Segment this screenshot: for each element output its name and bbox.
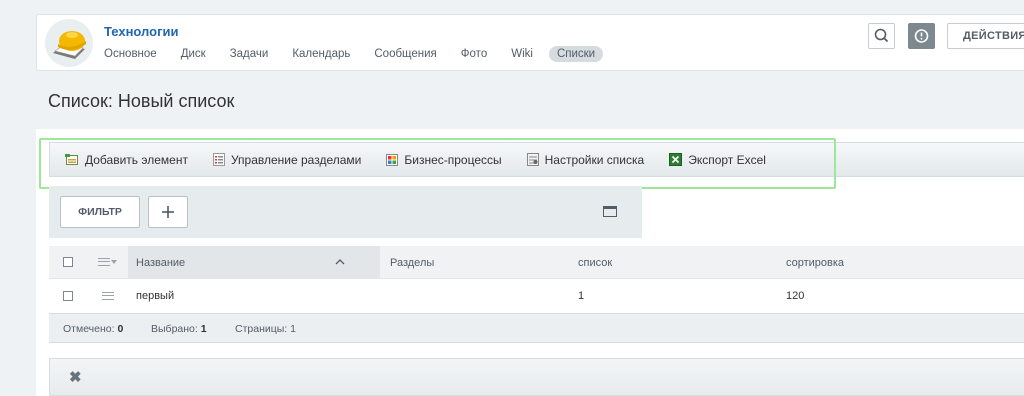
- column-header-list[interactable]: список: [578, 257, 612, 269]
- plus-icon: [162, 206, 174, 218]
- sections-icon: [212, 153, 225, 166]
- add-element-button[interactable]: Добавить элемент: [65, 153, 188, 167]
- marked-label: Отмечено:: [63, 323, 115, 335]
- row-name[interactable]: первый: [136, 290, 174, 302]
- group-title[interactable]: Технологии: [104, 24, 178, 39]
- column-settings-icon[interactable]: [98, 258, 110, 266]
- add-filter-button[interactable]: [148, 196, 188, 228]
- export-excel-button[interactable]: Экспорт Excel: [669, 153, 766, 167]
- selected-value: 1: [200, 323, 207, 335]
- row-list: 1: [578, 290, 585, 302]
- nav-photo[interactable]: Фото: [453, 46, 495, 62]
- group-avatar[interactable]: [45, 19, 93, 67]
- pages-value: 1: [290, 323, 296, 335]
- column-header-name[interactable]: Название: [136, 257, 185, 269]
- close-icon[interactable]: ✖: [69, 368, 82, 386]
- export-excel-label: Экспорт Excel: [688, 152, 766, 167]
- select-all-checkbox[interactable]: [63, 257, 73, 267]
- window-icon[interactable]: [603, 206, 617, 217]
- alert-icon: [914, 29, 929, 43]
- nav-messages[interactable]: Сообщения: [366, 46, 444, 62]
- add-element-icon: [65, 153, 78, 165]
- manage-sections-button[interactable]: Управление разделами: [212, 152, 362, 167]
- list-settings-label: Настройки списка: [544, 152, 645, 167]
- business-processes-button[interactable]: Бизнес-процессы: [386, 152, 502, 167]
- sort-asc-icon[interactable]: [335, 259, 345, 265]
- page-title: Список: Новый список: [48, 91, 235, 111]
- nav-wiki[interactable]: Wiki: [503, 46, 541, 62]
- actions-button[interactable]: ДЕЙСТВИЯ: [947, 23, 1024, 49]
- pages-count: Страницы: 1: [235, 323, 296, 335]
- nav-lists[interactable]: Списки: [548, 46, 604, 62]
- filter-button[interactable]: ФИЛЬТР: [60, 196, 140, 228]
- column-header-sort[interactable]: сортировка: [786, 257, 844, 269]
- chevron-down-icon: [111, 260, 117, 264]
- nav-main[interactable]: Основное: [104, 46, 165, 62]
- row-sort: 120: [786, 290, 805, 302]
- marked-count: Отмечено: 0: [63, 323, 123, 335]
- list-toolbar: Добавить элемент Управление разделами Би…: [49, 142, 1024, 177]
- excel-icon: [669, 153, 683, 166]
- nav-tasks[interactable]: Задачи: [222, 46, 277, 62]
- search-button[interactable]: [868, 23, 895, 49]
- business-process-icon: [386, 153, 399, 166]
- add-element-label: Добавить элемент: [85, 152, 188, 167]
- manage-sections-label: Управление разделами: [230, 152, 362, 167]
- info-button[interactable]: [908, 23, 935, 49]
- group-header: Технологии Основное Диск Задачи Календар…: [36, 14, 1024, 71]
- nav-calendar[interactable]: Календарь: [284, 46, 358, 62]
- selected-count: Выбрано: 1: [151, 323, 207, 335]
- row-menu-icon[interactable]: [102, 292, 114, 300]
- nav-disk[interactable]: Диск: [173, 46, 214, 62]
- marked-value: 0: [117, 323, 124, 335]
- business-processes-label: Бизнес-процессы: [404, 152, 502, 167]
- group-nav: Основное Диск Задачи Календарь Сообщения…: [104, 46, 611, 62]
- column-header-sections[interactable]: Разделы: [390, 257, 434, 269]
- list-settings-button[interactable]: Настройки списка: [526, 152, 645, 167]
- group-action-bar: [49, 358, 1024, 396]
- pages-label: Страницы:: [235, 323, 288, 335]
- settings-icon: [526, 153, 539, 166]
- row-checkbox[interactable]: [63, 291, 73, 301]
- selected-label: Выбрано:: [151, 323, 198, 335]
- search-icon: [874, 28, 889, 43]
